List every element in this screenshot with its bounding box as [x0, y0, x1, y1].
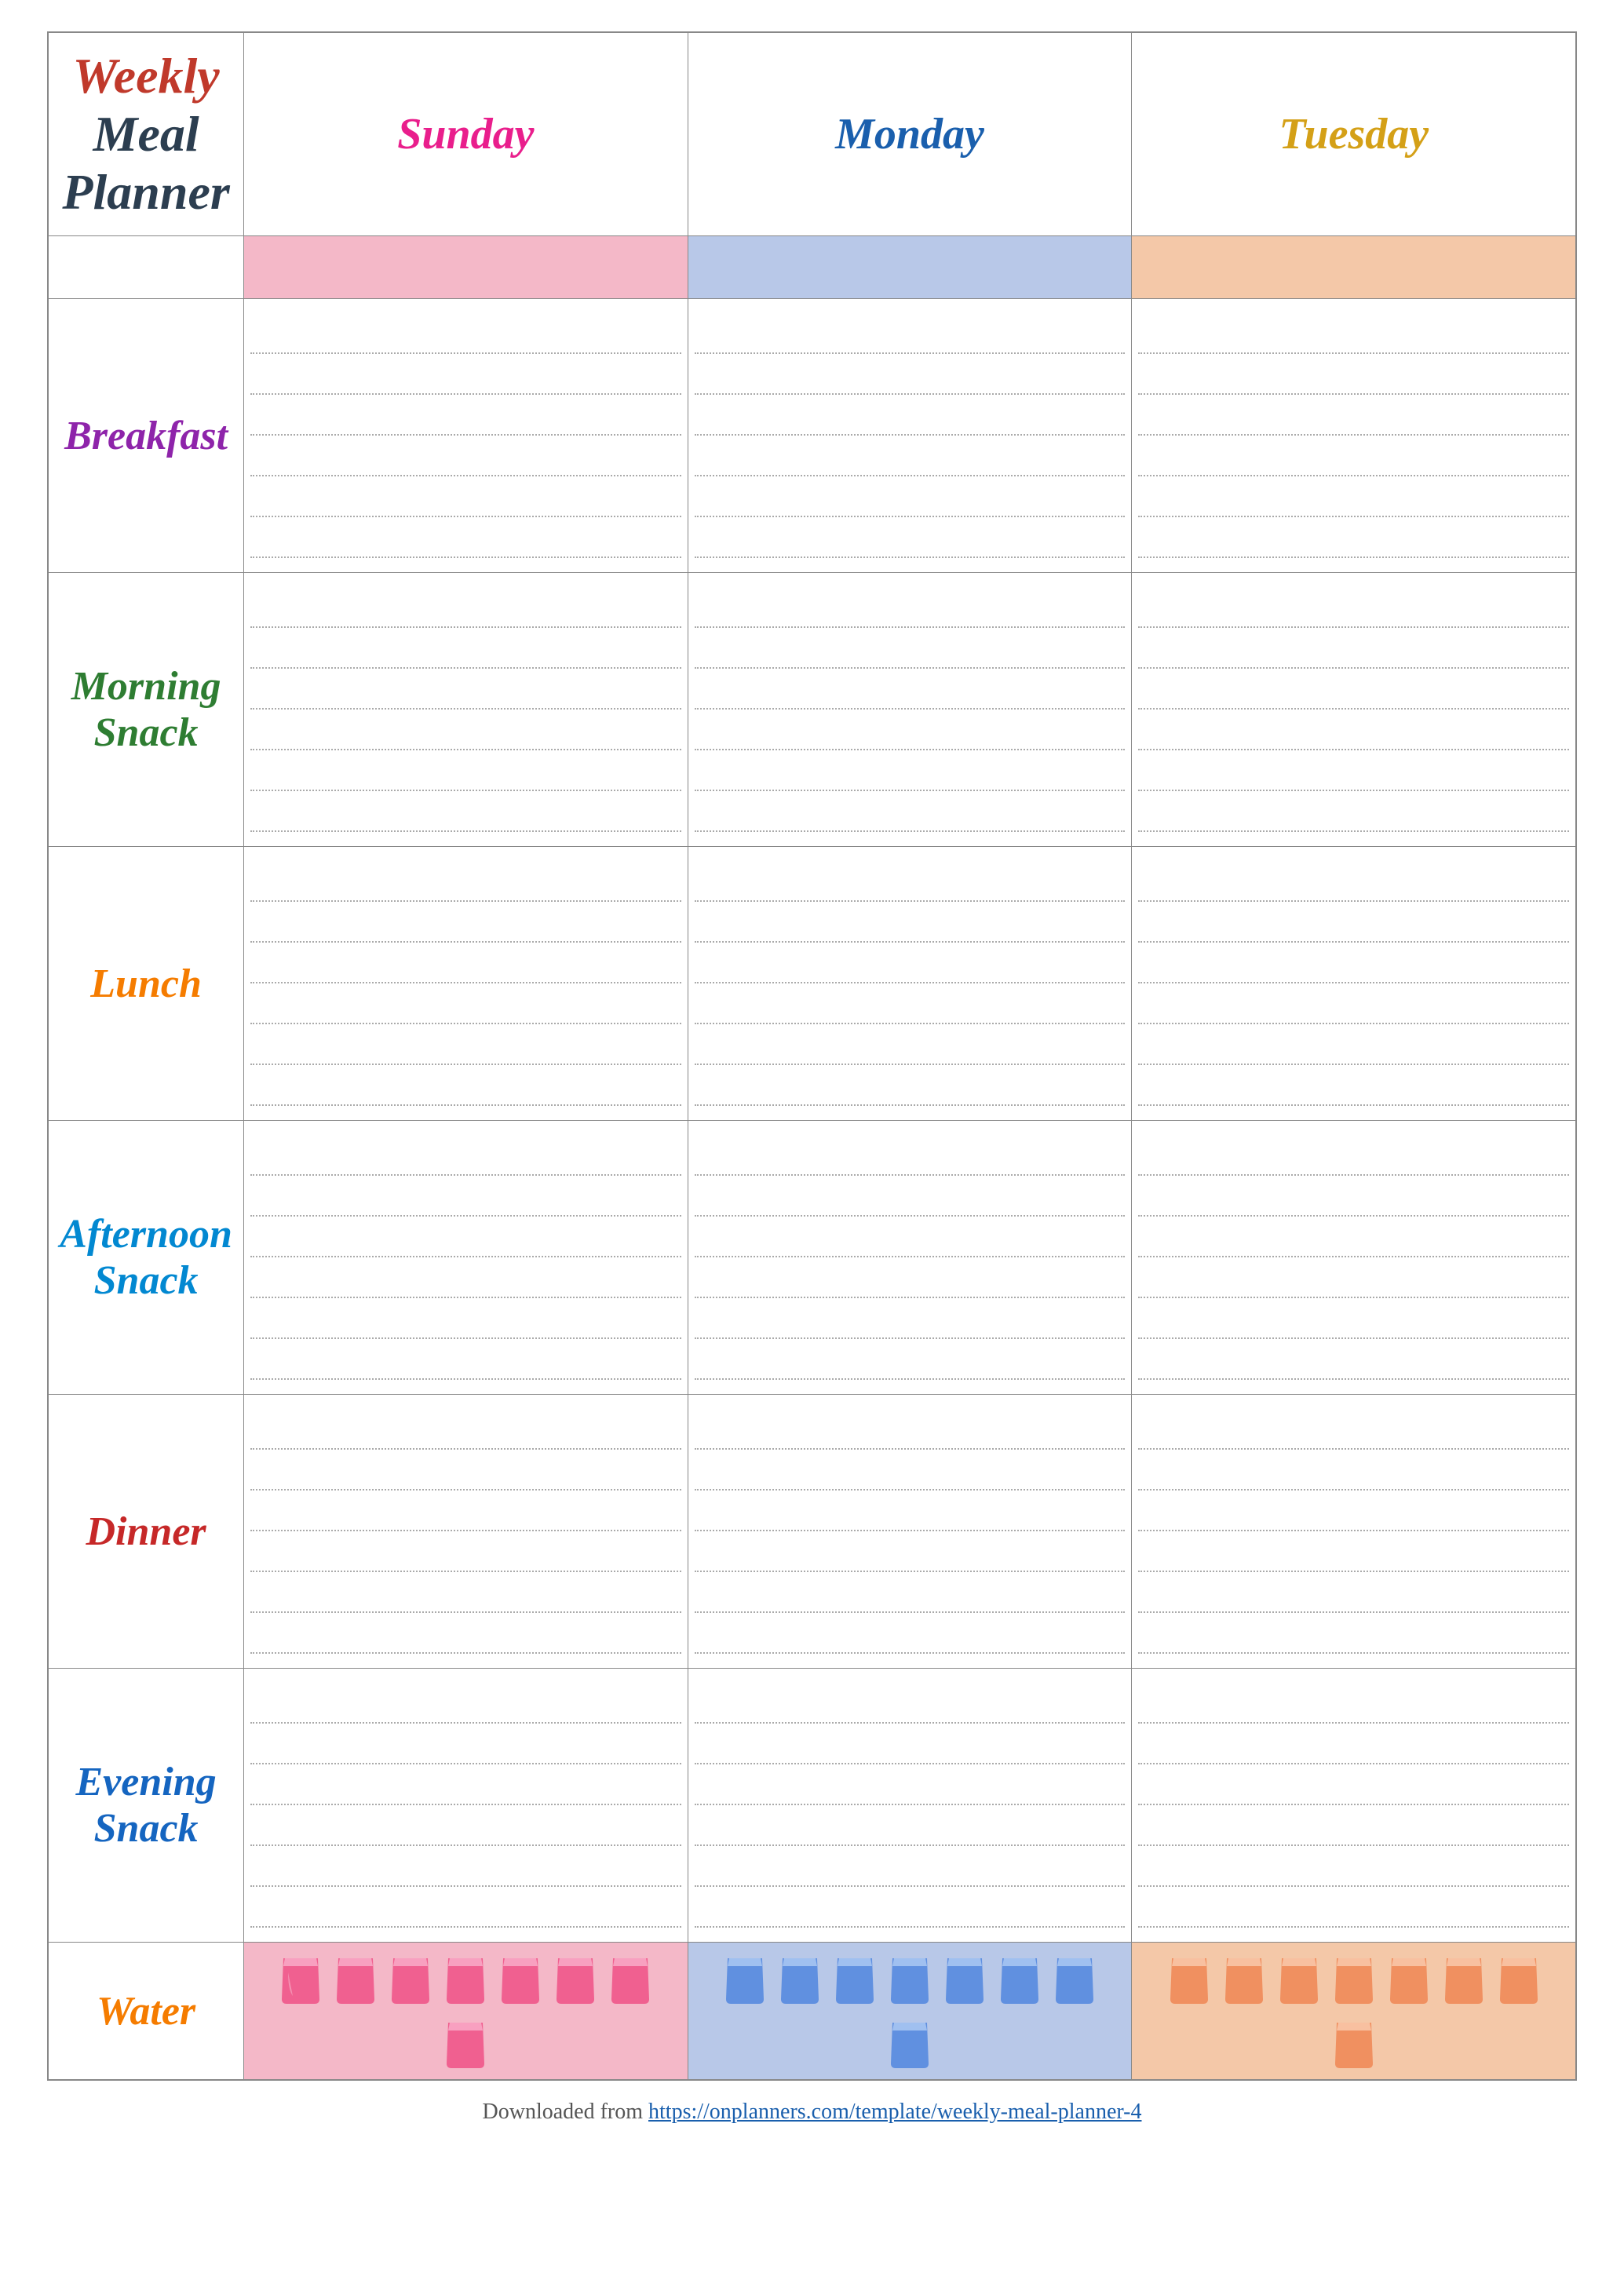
tuesday-cups — [1140, 1950, 1567, 2071]
cup-icon — [1051, 1950, 1098, 2007]
planner-table: Weekly Meal Planner Sunday Monday Tuesda… — [47, 31, 1577, 2081]
cup-icon — [1440, 1950, 1487, 2007]
tuesday-header: Tuesday — [1132, 32, 1576, 236]
monday-header: Monday — [688, 32, 1132, 236]
evening-snack-row: Evening Snack — [48, 1669, 1576, 1943]
breakfast-label-cell: Breakfast — [48, 299, 244, 573]
footer-link[interactable]: https://onplanners.com/template/weekly-m… — [648, 2100, 1141, 2124]
water-sunday[interactable] — [244, 1943, 688, 2081]
footer-text: Downloaded from — [483, 2100, 649, 2124]
cup-icon — [1275, 1950, 1323, 2007]
morning-snack-monday[interactable] — [688, 573, 1132, 847]
cup-icon — [996, 1950, 1043, 2007]
cup-icon — [1495, 1950, 1542, 2007]
dinner-sunday[interactable] — [244, 1395, 688, 1669]
cup-icon — [886, 1950, 933, 2007]
morning-snack-sunday[interactable] — [244, 573, 688, 847]
dinner-label-cell: Dinner — [48, 1395, 244, 1669]
color-label-empty — [48, 236, 244, 299]
cup-icon — [607, 1950, 654, 2007]
title-meal: Meal Planner — [57, 105, 235, 221]
title-weekly: Weekly — [57, 47, 235, 105]
cup-icon — [552, 1950, 599, 2007]
morning-snack-tuesday[interactable] — [1132, 573, 1576, 847]
cup-icon — [831, 1950, 878, 2007]
evening-snack-monday[interactable] — [688, 1669, 1132, 1943]
evening-snack-tuesday[interactable] — [1132, 1669, 1576, 1943]
monday-cups — [696, 1950, 1124, 2071]
cup-icon — [886, 2015, 933, 2071]
breakfast-sunday[interactable] — [244, 299, 688, 573]
cup-icon — [941, 1950, 988, 2007]
color-row — [48, 236, 1576, 299]
breakfast-row: Breakfast — [48, 299, 1576, 573]
evening-snack-label-cell: Evening Snack — [48, 1669, 244, 1943]
cup-icon — [387, 1950, 434, 2007]
water-label-cell: Water — [48, 1943, 244, 2081]
footer: Downloaded from https://onplanners.com/t… — [47, 2100, 1577, 2125]
breakfast-monday[interactable] — [688, 299, 1132, 573]
cup-icon — [332, 1950, 379, 2007]
monday-color-cell — [688, 236, 1132, 299]
cup-icon — [442, 1950, 489, 2007]
cup-icon — [1385, 1950, 1432, 2007]
dinner-label: Dinner — [86, 1509, 206, 1554]
sunday-color-cell — [244, 236, 688, 299]
cup-icon — [1330, 1950, 1378, 2007]
cup-icon — [1221, 1950, 1268, 2007]
dinner-tuesday[interactable] — [1132, 1395, 1576, 1669]
cup-icon — [277, 1950, 324, 2007]
cup-icon — [1330, 2015, 1378, 2071]
water-monday[interactable] — [688, 1943, 1132, 2081]
evening-snack-label: Evening — [76, 1759, 217, 1805]
evening-snack-sunday[interactable] — [244, 1669, 688, 1943]
lunch-sunday[interactable] — [244, 847, 688, 1121]
lunch-label: Lunch — [90, 961, 202, 1006]
lunch-label-cell: Lunch — [48, 847, 244, 1121]
cup-icon — [497, 1950, 544, 2007]
water-row: Water — [48, 1943, 1576, 2081]
dinner-monday[interactable] — [688, 1395, 1132, 1669]
afternoon-snack-tuesday[interactable] — [1132, 1121, 1576, 1395]
sunday-header: Sunday — [244, 32, 688, 236]
afternoon-snack-sunday[interactable] — [244, 1121, 688, 1395]
afternoon-snack-label-cell: Afternoon Snack — [48, 1121, 244, 1395]
title-cell: Weekly Meal Planner — [48, 32, 244, 236]
planner-container: Weekly Meal Planner Sunday Monday Tuesda… — [47, 31, 1577, 2125]
afternoon-snack-label: Afternoon — [60, 1211, 232, 1257]
cup-icon — [442, 2015, 489, 2071]
dinner-row: Dinner — [48, 1395, 1576, 1669]
water-label: Water — [97, 1989, 195, 2034]
water-tuesday[interactable] — [1132, 1943, 1576, 2081]
sunday-cups — [252, 1950, 679, 2071]
tuesday-color-cell — [1132, 236, 1576, 299]
header-row: Weekly Meal Planner Sunday Monday Tuesda… — [48, 32, 1576, 236]
cup-icon — [776, 1950, 823, 2007]
lunch-row: Lunch — [48, 847, 1576, 1121]
cup-icon — [1166, 1950, 1213, 2007]
afternoon-snack-row: Afternoon Snack — [48, 1121, 1576, 1395]
breakfast-label: Breakfast — [64, 414, 228, 458]
lunch-tuesday[interactable] — [1132, 847, 1576, 1121]
afternoon-snack-monday[interactable] — [688, 1121, 1132, 1395]
morning-snack-label-cell: Morning Snack — [48, 573, 244, 847]
breakfast-tuesday[interactable] — [1132, 299, 1576, 573]
morning-snack-label: Morning — [71, 663, 221, 710]
morning-snack-row: Morning Snack — [48, 573, 1576, 847]
lunch-monday[interactable] — [688, 847, 1132, 1121]
cup-icon — [721, 1950, 768, 2007]
